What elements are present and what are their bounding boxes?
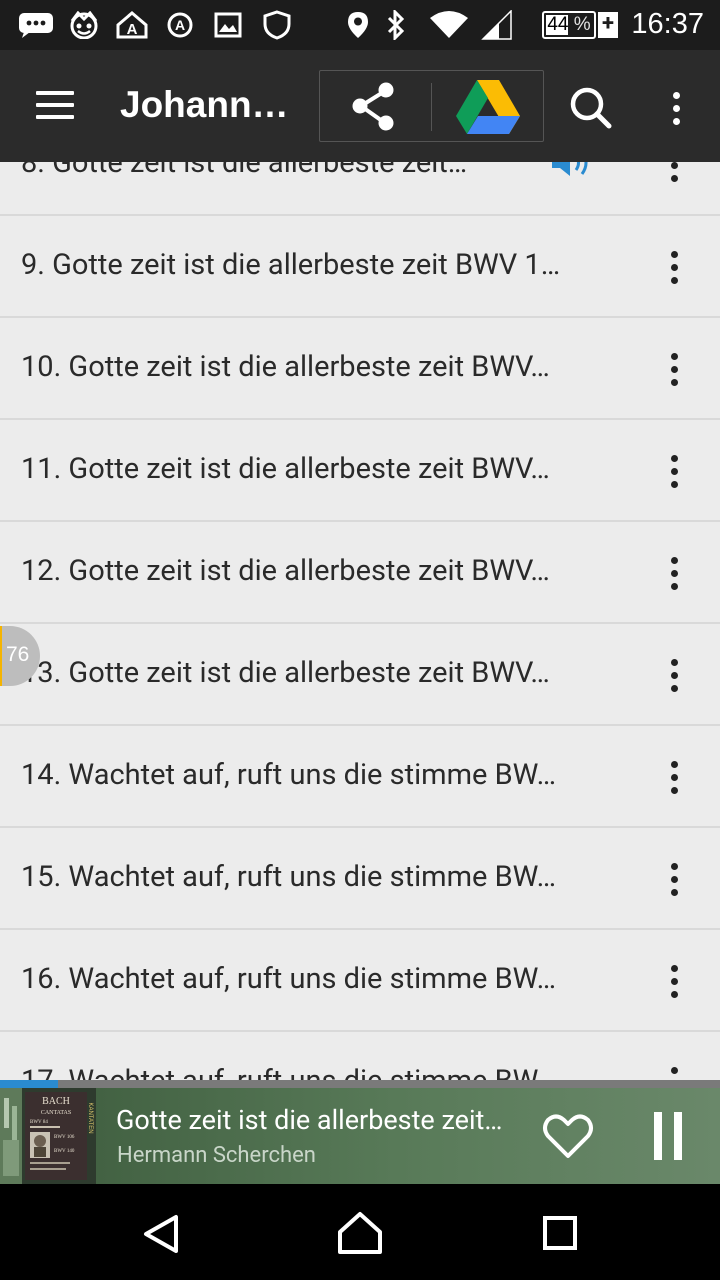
track-title: 12. Gotte zeit ist die allerbeste zeit B…: [21, 554, 550, 588]
track-row-17[interactable]: 17. Wachtet auf, ruft uns die stimme BW…: [0, 1032, 720, 1080]
track-row-14[interactable]: 14. Wachtet auf, ruft uns die stimme BW…: [0, 726, 720, 828]
pause-icon: [654, 1112, 662, 1160]
back-button[interactable]: [132, 1208, 188, 1260]
more-vert-icon: [656, 162, 692, 192]
back-icon: [144, 1215, 178, 1253]
charging-icon: +: [598, 12, 618, 38]
track-row-10[interactable]: 10. Gotte zeit ist die allerbeste zeit B…: [0, 318, 720, 420]
track-more-button[interactable]: [656, 648, 692, 702]
app-bar: Johann…: [0, 50, 720, 162]
track-title: 13. Gotte zeit ist die allerbeste zeit B…: [21, 656, 550, 690]
battery-text: 44 %: [547, 14, 591, 35]
now-playing-artist: Hermann Scherchen: [117, 1143, 316, 1168]
image-icon: [214, 12, 242, 38]
track-title: 11. Gotte zeit ist die allerbeste zeit B…: [21, 452, 550, 486]
track-more-button[interactable]: [656, 852, 692, 906]
track-row-12[interactable]: 12. Gotte zeit ist die allerbeste zeit B…: [0, 522, 720, 624]
overflow-menu-icon: [656, 82, 696, 134]
track-row-16[interactable]: 16. Wachtet auf, ruft uns die stimme BW…: [0, 930, 720, 1032]
navigation-bar: [0, 1184, 720, 1280]
album-art-text-bwv84: BWV 84: [30, 1120, 48, 1125]
fast-scroll-label: 76: [6, 643, 30, 666]
home-icon: [338, 1212, 382, 1254]
album-art-text-bwv140: BWV 140: [54, 1149, 75, 1154]
track-more-button[interactable]: [656, 342, 692, 396]
playback-progress-fill: [0, 1080, 58, 1088]
track-more-button[interactable]: [656, 162, 692, 192]
home-button[interactable]: [332, 1208, 388, 1260]
app-a-icon: A: [116, 11, 148, 39]
google-drive-icon: [456, 80, 520, 134]
track-title: 15. Wachtet auf, ruft uns die stimme BW…: [21, 860, 557, 894]
more-vert-icon: [656, 546, 692, 600]
svg-text:A: A: [175, 17, 185, 33]
track-title: 17. Wachtet auf, ruft uns die stimme BW…: [21, 1064, 621, 1080]
track-row-13[interactable]: 13. Gotte zeit ist die allerbeste zeit B…: [0, 624, 720, 726]
search-button[interactable]: [562, 82, 620, 134]
track-title: 8. Gotte zeit ist die allerbeste zeit…: [21, 162, 468, 180]
more-vert-icon: [656, 648, 692, 702]
toolbar-divider: [431, 83, 432, 131]
track-row-8[interactable]: 8. Gotte zeit ist die allerbeste zeit…: [0, 162, 720, 216]
track-title: 14. Wachtet auf, ruft uns die stimme BW…: [21, 758, 557, 792]
page-title: Johann…: [120, 84, 289, 125]
more-vert-icon: [656, 750, 692, 804]
signal-icon: [480, 10, 514, 40]
pause-button[interactable]: [640, 1110, 694, 1162]
speaker-icon: [552, 162, 588, 176]
album-art-text-bach: BACH: [42, 1096, 70, 1107]
track-more-button[interactable]: [656, 954, 692, 1008]
recents-button[interactable]: [532, 1208, 588, 1260]
favorite-button[interactable]: [540, 1110, 596, 1162]
shield-icon: [262, 10, 292, 40]
status-bar: A A 44 % + 16:37: [0, 0, 720, 50]
more-vert-icon: [656, 954, 692, 1008]
status-time: 16:37: [631, 8, 704, 40]
track-row-9[interactable]: 9. Gotte zeit ist die allerbeste zeit BW…: [0, 216, 720, 318]
playback-progress-bar[interactable]: [0, 1080, 720, 1088]
recents-icon: [543, 1216, 577, 1250]
album-art[interactable]: BACH CANTATAS BWV 84 BWV 106 BWV 140 KAN…: [0, 1088, 96, 1184]
album-art-text-kantaten: KANTATEN: [87, 1102, 93, 1133]
messages-icon: [18, 12, 54, 38]
album-art-text-bwv106: BWV 106: [54, 1135, 75, 1140]
track-row-15[interactable]: 15. Wachtet auf, ruft uns die stimme BW…: [0, 828, 720, 930]
fast-scroll-accent: [0, 626, 2, 686]
track-more-button[interactable]: [656, 750, 692, 804]
bluetooth-icon: [384, 10, 408, 40]
track-row-11[interactable]: 11. Gotte zeit ist die allerbeste zeit B…: [0, 420, 720, 522]
share-button[interactable]: [345, 80, 405, 134]
google-drive-button[interactable]: [455, 78, 521, 136]
more-vert-icon: [656, 444, 692, 498]
heart-icon: [543, 1114, 593, 1158]
track-more-button[interactable]: [656, 444, 692, 498]
wifi-icon: [428, 11, 470, 38]
album-art-text-cantatas: CANTATAS: [41, 1110, 71, 1116]
menu-button[interactable]: [26, 80, 86, 132]
share-icon: [352, 82, 394, 131]
svg-text:A: A: [127, 21, 138, 38]
app-a-circle-icon: A: [166, 12, 194, 38]
now-playing-bar[interactable]: BACH CANTATAS BWV 84 BWV 106 BWV 140 KAN…: [0, 1088, 720, 1184]
more-vert-icon: [656, 240, 692, 294]
track-title: 10. Gotte zeit ist die allerbeste zeit B…: [21, 350, 550, 384]
more-vert-icon: [656, 1056, 692, 1080]
track-more-button[interactable]: [656, 1056, 692, 1080]
more-vert-icon: [656, 342, 692, 396]
location-icon: [346, 12, 370, 38]
track-more-button[interactable]: [656, 546, 692, 600]
search-icon: [570, 87, 612, 129]
album-art-image: BACH CANTATAS BWV 84 BWV 106 BWV 140 KAN…: [0, 1088, 96, 1184]
overflow-menu-button[interactable]: [656, 82, 696, 134]
track-title: 16. Wachtet auf, ruft uns die stimme BW…: [21, 962, 557, 996]
face-icon: [68, 11, 100, 39]
track-title: 9. Gotte zeit ist die allerbeste zeit BW…: [21, 248, 561, 282]
now-playing-title: Gotte zeit ist die allerbeste zeit…: [116, 1104, 503, 1136]
battery-indicator: 44 %: [542, 11, 596, 39]
track-list[interactable]: 8. Gotte zeit ist die allerbeste zeit… 9…: [0, 162, 720, 1080]
more-vert-icon: [656, 852, 692, 906]
track-more-button[interactable]: [656, 240, 692, 294]
